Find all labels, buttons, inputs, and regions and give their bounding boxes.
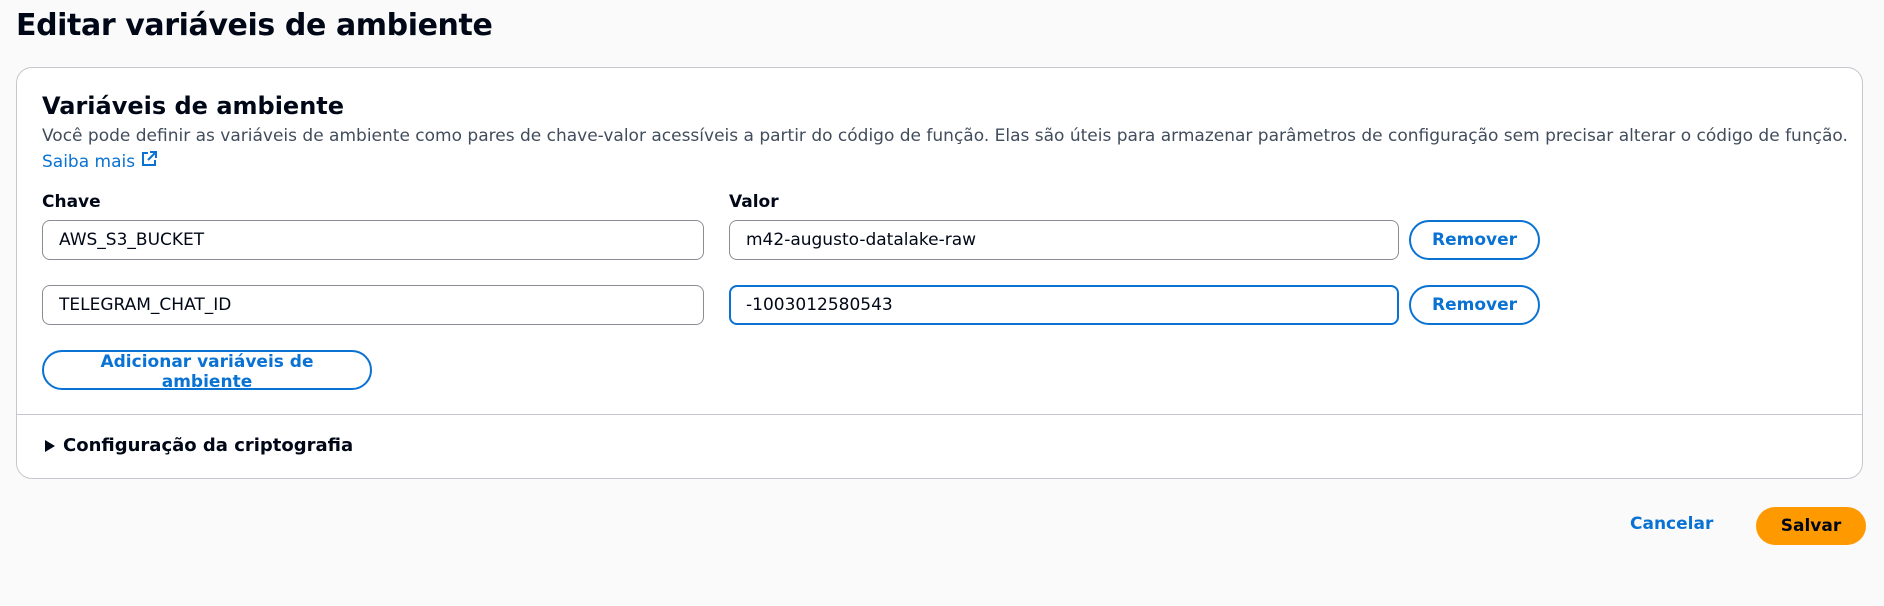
- section-description: Você pode definir as variáveis de ambien…: [42, 126, 1848, 146]
- value-column-label: Valor: [729, 192, 779, 212]
- page-title: Editar variáveis de ambiente: [16, 8, 493, 43]
- learn-more-label: Saiba mais: [42, 151, 136, 172]
- external-link-icon: [141, 151, 158, 172]
- page: Editar variáveis de ambiente Variáveis d…: [0, 0, 1884, 606]
- env-key-input[interactable]: [42, 220, 704, 260]
- env-key-input[interactable]: [42, 285, 704, 325]
- env-vars-container: Variáveis de ambiente Você pode definir …: [16, 67, 1863, 479]
- key-column-label: Chave: [42, 192, 101, 212]
- section-title: Variáveis de ambiente: [42, 92, 345, 120]
- env-value-input[interactable]: [729, 285, 1399, 325]
- save-button[interactable]: Salvar: [1756, 507, 1866, 545]
- cancel-button[interactable]: Cancelar: [1630, 514, 1713, 534]
- remove-button[interactable]: Remover: [1409, 285, 1540, 325]
- env-value-input[interactable]: [729, 220, 1399, 260]
- section-divider: [17, 414, 1862, 415]
- add-env-var-button[interactable]: Adicionar variáveis de ambiente: [42, 350, 372, 392]
- caret-right-icon: [45, 439, 55, 452]
- encryption-config-expander[interactable]: Configuração da criptografia: [45, 435, 353, 456]
- encryption-config-label: Configuração da criptografia: [63, 435, 354, 456]
- learn-more-link[interactable]: Saiba mais: [42, 151, 158, 172]
- remove-button[interactable]: Remover: [1409, 220, 1540, 260]
